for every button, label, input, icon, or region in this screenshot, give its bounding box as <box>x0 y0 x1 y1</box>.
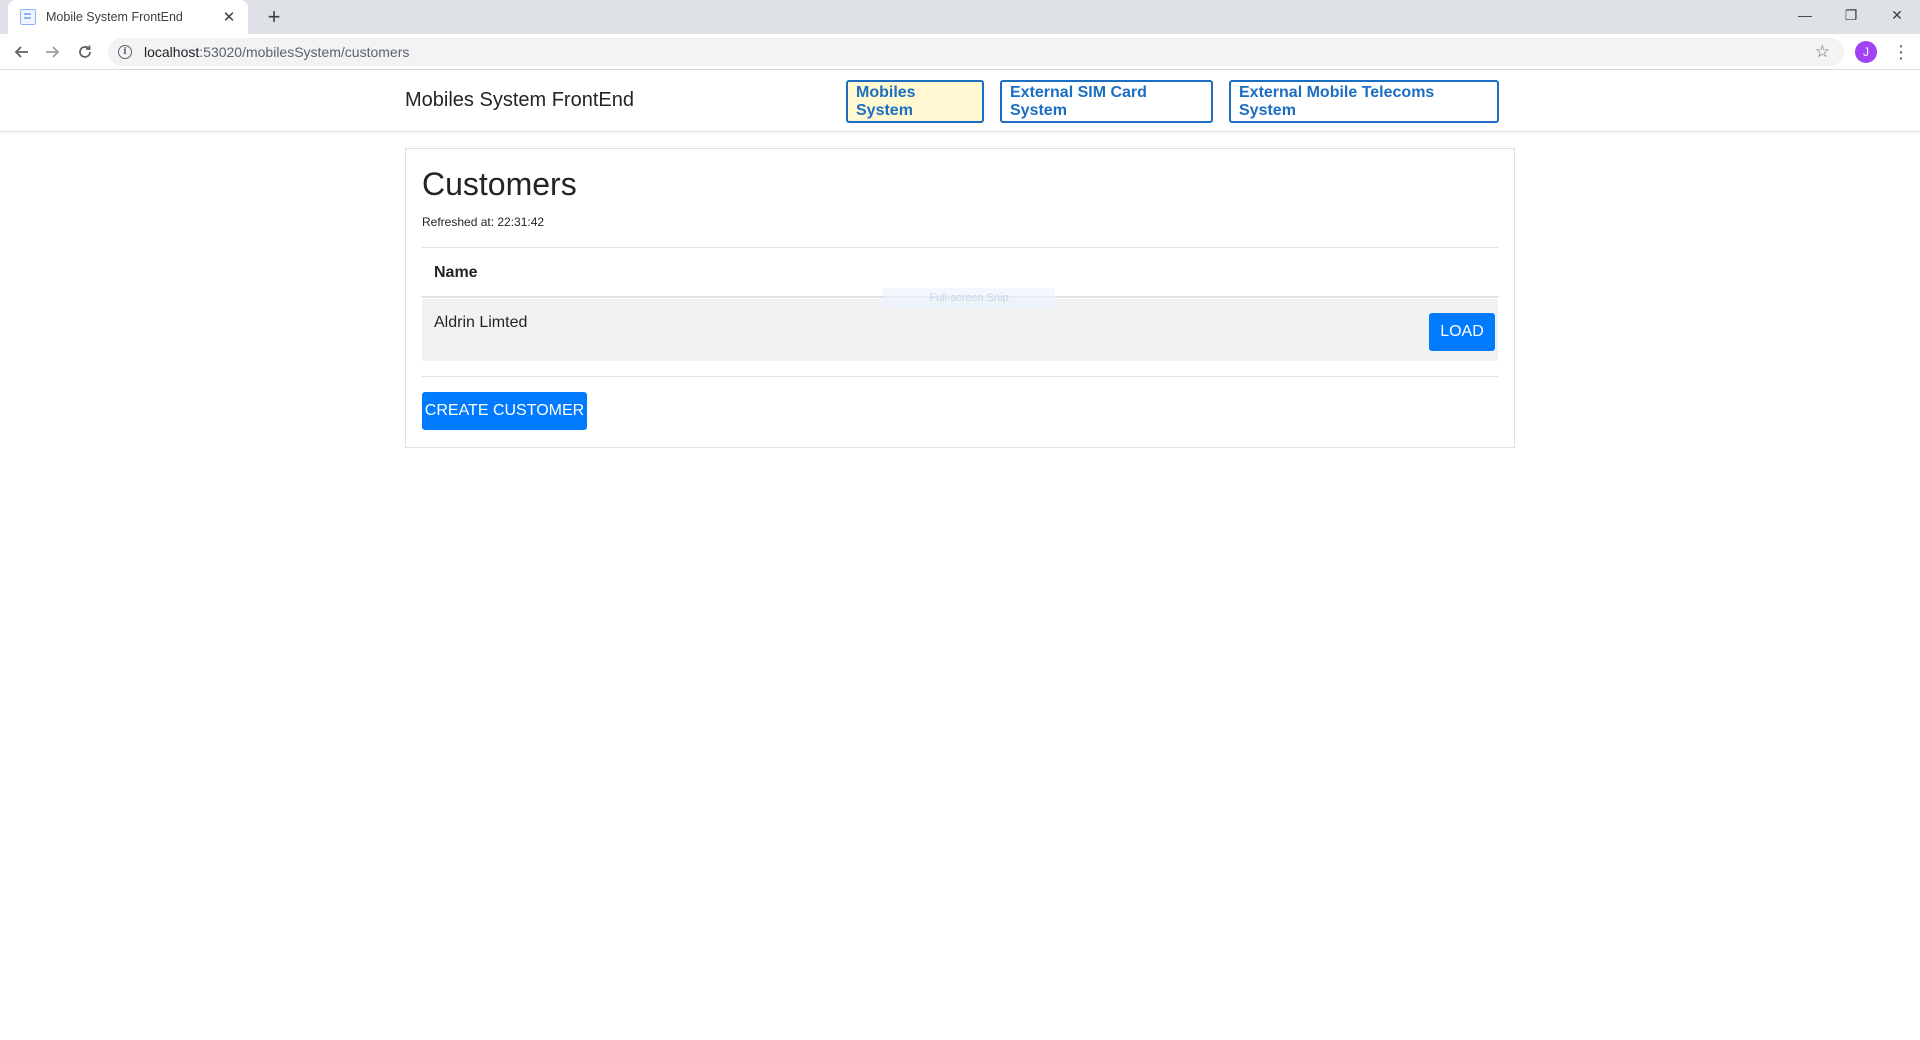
browser-toolbar: i localhost:53020/mobilesSystem/customer… <box>0 34 1920 70</box>
page-content: Mobiles System FrontEnd Mobiles System E… <box>0 70 1920 1040</box>
customer-name: Aldrin Limted <box>434 314 528 331</box>
page-favicon-icon <box>20 9 36 25</box>
window-controls: — ❐ ✕ <box>1782 0 1920 30</box>
tab-title: Mobile System FrontEnd <box>46 10 183 24</box>
bookmark-star-icon[interactable]: ☆ <box>1815 42 1830 62</box>
url-host: localhost <box>144 44 200 60</box>
nav-mobiles-system[interactable]: Mobiles System <box>846 80 984 123</box>
back-arrow-icon <box>14 46 28 58</box>
back-button[interactable] <box>8 39 34 65</box>
url-text: localhost:53020/mobilesSystem/customers <box>144 44 409 60</box>
divider <box>422 376 1498 377</box>
browser-menu-icon[interactable]: ⋮ <box>1892 40 1910 64</box>
reload-button[interactable] <box>72 39 98 65</box>
minimize-button[interactable]: — <box>1782 0 1828 30</box>
site-info-icon[interactable]: i <box>118 45 132 59</box>
column-header-name: Name <box>434 264 478 281</box>
create-customer-button[interactable]: CREATE CUSTOMER <box>422 392 587 430</box>
reload-icon <box>79 45 91 58</box>
address-bar[interactable]: i localhost:53020/mobilesSystem/customer… <box>108 38 1844 66</box>
browser-tabstrip: Mobile System FrontEnd ✕ + — ❐ ✕ <box>0 0 1920 34</box>
snip-tooltip: Full-screen Snip <box>883 288 1055 308</box>
new-tab-button[interactable]: + <box>260 4 288 30</box>
refreshed-timestamp: Refreshed at: 22:31:42 <box>422 215 545 229</box>
page-title: Customers <box>422 166 577 202</box>
nav-external-mobile-telecoms-system[interactable]: External Mobile Telecoms System <box>1229 80 1499 123</box>
forward-arrow-icon <box>46 46 60 58</box>
url-path: :53020/mobilesSystem/customers <box>199 44 410 60</box>
forward-button[interactable] <box>40 39 66 65</box>
browser-tab[interactable]: Mobile System FrontEnd ✕ <box>8 0 248 34</box>
load-customer-button[interactable]: LOAD <box>1429 313 1495 351</box>
brand-title[interactable]: Mobiles System FrontEnd <box>405 89 634 112</box>
close-tab-icon[interactable]: ✕ <box>220 8 238 26</box>
maximize-button[interactable]: ❐ <box>1828 0 1874 30</box>
profile-avatar[interactable]: J <box>1855 41 1877 63</box>
table-row: Aldrin Limted LOAD <box>422 299 1498 361</box>
nav-external-sim-card-system[interactable]: External SIM Card System <box>1000 80 1213 123</box>
app-header: Mobiles System FrontEnd Mobiles System E… <box>0 70 1920 132</box>
close-window-button[interactable]: ✕ <box>1874 0 1920 30</box>
